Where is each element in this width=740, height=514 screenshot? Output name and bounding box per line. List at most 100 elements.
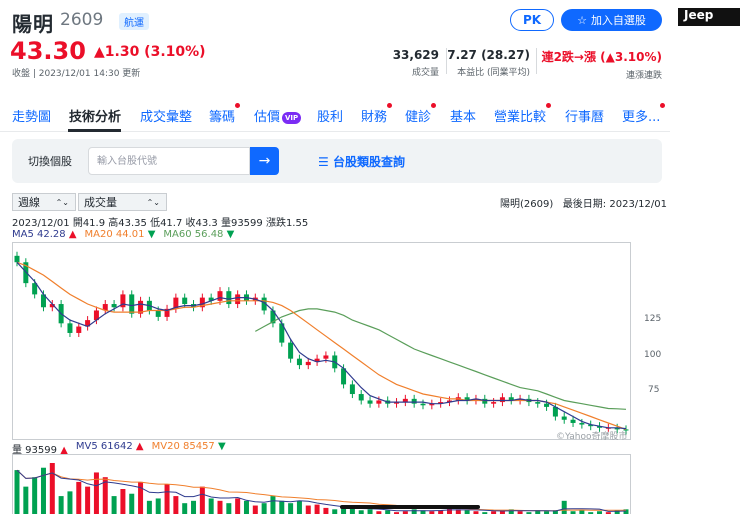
tab-compare[interactable]: 營業比較 (494, 103, 552, 125)
candle-body (499, 397, 505, 403)
candle-body (235, 294, 241, 305)
volume-bar (252, 505, 258, 514)
candle-body (349, 384, 355, 395)
volume-bar (208, 498, 214, 514)
volume-bar (314, 504, 320, 514)
volume-chart[interactable] (12, 454, 631, 514)
volume-bar (111, 496, 117, 514)
price-chart[interactable] (12, 242, 631, 440)
candle-body (111, 304, 117, 308)
tab-chips[interactable]: 籌碼 (209, 103, 241, 125)
tab-valuation[interactable]: 估價 VIP (254, 106, 302, 125)
current-price: 43.30 (10, 37, 86, 65)
tab-dividend[interactable]: 股利 (317, 106, 343, 125)
tab-more-label: 更多... (622, 110, 661, 125)
new-dot (660, 103, 666, 108)
volume-bar (226, 503, 232, 514)
volume-bar (464, 510, 470, 514)
volume-bar (49, 463, 55, 514)
volume-bar (332, 509, 338, 514)
price-change: ▲1.30 (3.10%) (94, 44, 206, 60)
volume-bar (446, 508, 452, 514)
stat-pe-value: 7.27 (28.27) (447, 48, 530, 62)
industry-badge[interactable]: 航運 (119, 13, 149, 30)
volume-bar (305, 505, 311, 514)
category-query-link[interactable]: ☰ 台股類股查詢 (318, 153, 405, 170)
candle-body (570, 419, 576, 423)
candle-body (14, 255, 20, 263)
mv20-line (16, 469, 626, 512)
tab-technical[interactable]: 技術分析 (69, 106, 121, 125)
volume-bar (129, 493, 135, 514)
star-icon: ☆ (577, 13, 587, 27)
volume-chart-svg (14, 463, 629, 514)
candle-body (535, 402, 541, 404)
updown-chevron-icon: ⌃⌄ (55, 197, 69, 207)
tab-trend[interactable]: 走勢圖 (12, 106, 51, 125)
ma-legend: MA5 42.28 ▲ MA20 44.01 ▼ MA60 56.48 ▼ (12, 229, 234, 240)
volume-bar (199, 486, 205, 514)
stock-code-input[interactable] (88, 147, 250, 175)
candle-body (226, 291, 232, 305)
tab-health-label: 健診 (405, 110, 432, 125)
candle-body (544, 403, 550, 407)
tab-finance-label: 財務 (361, 110, 388, 125)
tab-calendar[interactable]: 行事曆 (565, 106, 604, 125)
go-button[interactable]: → (250, 147, 279, 175)
candle-body (217, 291, 223, 301)
close-time: 收盤 | 2023/12/01 14:30 更新 (12, 69, 141, 79)
period-select[interactable]: 週線 ⌃⌄ (12, 193, 76, 211)
ad-banner[interactable] (678, 8, 740, 514)
mv5-line (16, 469, 627, 512)
stock-code: 2609 (60, 10, 104, 30)
candle-body (420, 403, 426, 406)
candle-body (411, 398, 417, 404)
candle-body (288, 342, 294, 359)
stat-volume-value: 33,629 (392, 48, 439, 62)
new-dot (431, 103, 437, 108)
tab-finance[interactable]: 財務 (361, 103, 393, 125)
candle-body (305, 361, 311, 366)
volume-bar (58, 496, 64, 514)
watermark: ©Yahoo奇摩股市 (556, 432, 628, 442)
tab-basic[interactable]: 基本 (450, 106, 476, 125)
chart-symbol: 陽明(2609) (500, 199, 554, 210)
candle-body (296, 358, 302, 366)
candle-body (76, 326, 82, 333)
category-query-label: 台股類股查詢 (332, 155, 405, 169)
volume-bar (14, 470, 20, 514)
volume-bar (296, 500, 302, 514)
volume-bar (561, 500, 567, 514)
y-tick-125: 125 (644, 314, 662, 324)
indicator-value: 成交量 (84, 196, 117, 209)
volume-bar (120, 489, 126, 514)
candle-body (155, 310, 161, 317)
tab-health[interactable]: 健診 (405, 103, 437, 125)
active-tab-indicator (68, 129, 121, 132)
candle-body (367, 400, 373, 404)
volume-bar (279, 500, 285, 514)
tab-chips-label: 籌碼 (209, 110, 236, 125)
new-dot (546, 103, 552, 108)
ma20-line (16, 261, 627, 430)
volume-bar (191, 500, 197, 514)
ad-brand[interactable]: Jeep (678, 8, 740, 26)
volume-bar (411, 509, 417, 514)
volume-bar (235, 498, 241, 514)
tab-more[interactable]: 更多... (622, 103, 666, 125)
chart-info: 陽明(2609) 最後日期: 2023/12/01 (500, 195, 667, 210)
add-watchlist-label: 加入自選股 (590, 14, 646, 27)
add-watchlist-button[interactable]: ☆ 加入自選股 (561, 9, 662, 31)
pk-button[interactable]: PK (510, 9, 554, 31)
volume-bar (288, 503, 294, 514)
switch-stock-label: 切換個股 (28, 155, 72, 168)
tab-trades[interactable]: 成交彙整 (140, 106, 192, 125)
volume-bar (93, 472, 99, 514)
list-icon: ☰ (318, 155, 333, 169)
candle-body (323, 355, 329, 359)
updown-chevron-icon: ⌃⌄ (146, 197, 160, 207)
volume-bar (323, 507, 329, 514)
indicator-select[interactable]: 成交量 ⌃⌄ (78, 193, 167, 211)
volume-bar (32, 477, 38, 514)
horizontal-scrollbar[interactable] (340, 505, 480, 509)
